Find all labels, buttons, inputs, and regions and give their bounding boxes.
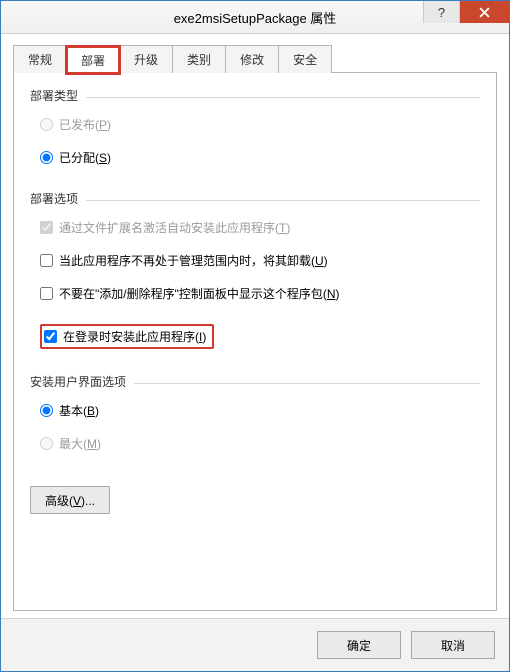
properties-dialog: exe2msiSetupPackage 属性 ? 常规 部署 升级 类别 修改 …	[0, 0, 510, 672]
radio-row-published: 已发布(P)	[30, 108, 480, 141]
tab-security[interactable]: 安全	[278, 45, 332, 73]
radio-published-label: 已发布(P)	[59, 116, 111, 133]
ok-button[interactable]: 确定	[317, 631, 401, 659]
ok-button-label: 确定	[347, 639, 371, 653]
check-uninstall-label: 当此应用程序不再处于管理范围内时，将其卸载(U)	[59, 252, 328, 269]
tab-deploy[interactable]: 部署	[66, 46, 120, 74]
check-hide-addremove-label: 不要在"添加/删除程序"控制面板中显示这个程序包(N)	[59, 285, 340, 302]
tab-panel-deploy: 部署类型 已发布(P) 已分配(S)	[13, 72, 497, 611]
advanced-button[interactable]: 高级(V)...	[30, 486, 110, 514]
radio-published[interactable]	[40, 118, 53, 131]
advanced-button-label: 高级(V)...	[45, 494, 95, 508]
close-icon	[479, 7, 490, 18]
tab-upgrade[interactable]: 升级	[119, 45, 173, 73]
check-row-autoinstall: 通过文件扩展名激活自动安装此应用程序(T)	[30, 211, 480, 244]
check-install-at-logon[interactable]	[44, 330, 57, 343]
radio-row-ui-basic: 基本(B)	[30, 394, 480, 427]
tab-general[interactable]: 常规	[13, 45, 67, 73]
divider	[86, 200, 480, 201]
tab-label: 安全	[293, 51, 317, 68]
cancel-button[interactable]: 取消	[411, 631, 495, 659]
radio-assigned-label: 已分配(S)	[59, 149, 111, 166]
tabstrip: 常规 部署 升级 类别 修改 安全	[13, 45, 497, 73]
radio-ui-basic[interactable]	[40, 404, 53, 417]
check-row-uninstall: 当此应用程序不再处于管理范围内时，将其卸载(U)	[30, 244, 480, 277]
check-autoinstall[interactable]	[40, 221, 53, 234]
tab-label: 类别	[187, 51, 211, 68]
tab-label: 部署	[81, 52, 105, 69]
radio-ui-basic-label: 基本(B)	[59, 402, 99, 419]
group-title-install-ui: 安装用户界面选项	[30, 373, 126, 390]
group-install-ui: 安装用户界面选项 基本(B) 最大(M)	[30, 373, 480, 460]
help-button[interactable]: ?	[423, 1, 459, 23]
tab-category[interactable]: 类别	[172, 45, 226, 73]
client-area: 常规 部署 升级 类别 修改 安全 部署类型 已发布(P)	[13, 45, 497, 611]
group-title-deploy-type: 部署类型	[30, 87, 78, 104]
group-title-deploy-options: 部署选项	[30, 190, 78, 207]
close-button[interactable]	[459, 1, 509, 23]
tab-label: 升级	[134, 51, 158, 68]
radio-ui-max-label: 最大(M)	[59, 435, 101, 452]
check-uninstall-out-of-scope[interactable]	[40, 254, 53, 267]
highlight-box: 在登录时安装此应用程序(I)	[40, 324, 214, 349]
radio-assigned[interactable]	[40, 151, 53, 164]
check-row-hide-addremove: 不要在"添加/删除程序"控制面板中显示这个程序包(N)	[30, 277, 480, 310]
check-row-install-at-logon: 在登录时安装此应用程序(I)	[30, 310, 480, 357]
cancel-button-label: 取消	[441, 639, 465, 653]
group-deploy-type: 部署类型 已发布(P) 已分配(S)	[30, 87, 480, 174]
check-install-at-logon-label: 在登录时安装此应用程序(I)	[63, 328, 206, 345]
group-deploy-options: 部署选项 通过文件扩展名激活自动安装此应用程序(T) 当此应用程序不再处于管理范…	[30, 190, 480, 357]
window-controls: ?	[423, 1, 509, 25]
radio-row-ui-max: 最大(M)	[30, 427, 480, 460]
tab-label: 修改	[240, 51, 264, 68]
divider	[86, 97, 480, 98]
radio-ui-max[interactable]	[40, 437, 53, 450]
check-autoinstall-label: 通过文件扩展名激活自动安装此应用程序(T)	[59, 219, 290, 236]
divider	[134, 383, 480, 384]
tab-label: 常规	[28, 51, 52, 68]
titlebar: exe2msiSetupPackage 属性 ?	[1, 1, 509, 34]
check-hide-addremove[interactable]	[40, 287, 53, 300]
tab-modify[interactable]: 修改	[225, 45, 279, 73]
radio-row-assigned: 已分配(S)	[30, 141, 480, 174]
dialog-footer: 确定 取消	[1, 618, 509, 671]
